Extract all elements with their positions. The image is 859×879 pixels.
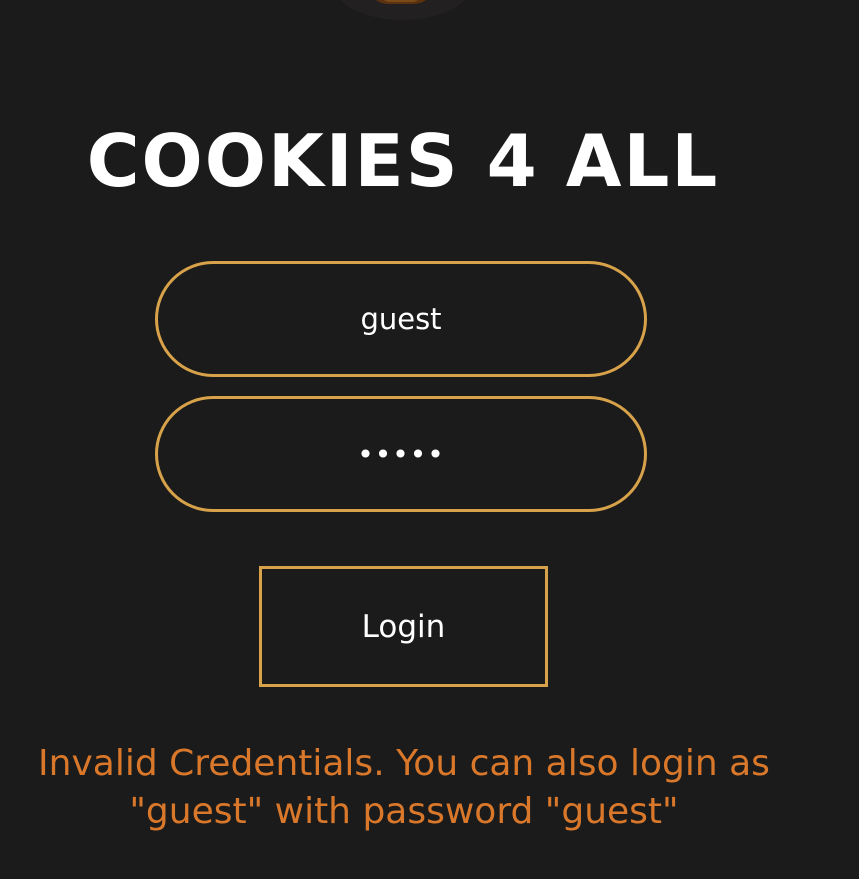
error-message: Invalid Credentials. You can also login …	[0, 740, 808, 836]
login-button[interactable]: Login	[259, 566, 548, 687]
password-input[interactable]: •••••	[155, 396, 647, 512]
error-message-line-1: Invalid Credentials. You can also login …	[38, 743, 770, 784]
cookie-logo-icon	[330, 0, 475, 20]
error-message-line-2: "guest" with password "guest"	[129, 791, 679, 832]
page-title: COOKIES 4 ALL	[86, 119, 720, 203]
username-input[interactable]: guest	[155, 261, 647, 377]
